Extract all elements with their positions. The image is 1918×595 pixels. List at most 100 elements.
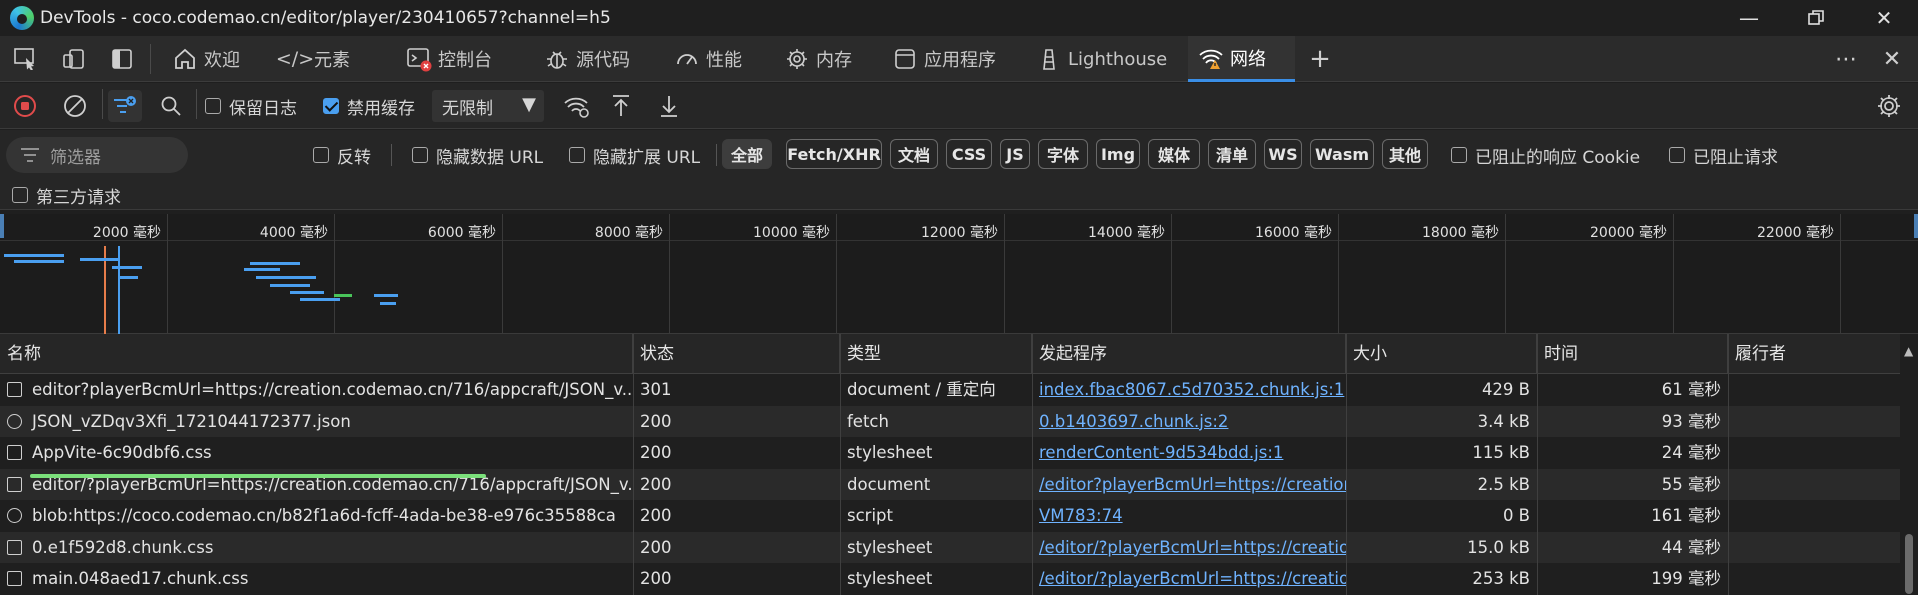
- more-options-icon[interactable]: ⋯: [1832, 45, 1860, 73]
- cell-initiator[interactable]: VM783:74: [1032, 500, 1346, 532]
- cell-status: 200: [633, 469, 840, 501]
- initiator-text[interactable]: renderContent-9d534bdd.js:1: [1039, 443, 1283, 462]
- stylesheet-icon: [7, 539, 22, 555]
- disable-cache-label: 禁用缓存: [347, 98, 415, 119]
- throttle-select[interactable]: 无限制 ▼: [432, 90, 544, 122]
- blocked-cookies-checkbox[interactable]: 已阻止的响应 Cookie: [1451, 143, 1640, 168]
- type-filter-other[interactable]: 其他: [1382, 139, 1428, 169]
- cell-status: 200: [633, 532, 840, 564]
- add-tab-icon[interactable]: +: [1306, 44, 1334, 74]
- hide-ext-urls-checkbox[interactable]: 隐藏扩展 URL: [569, 143, 700, 168]
- type-filter-fetch-xhr[interactable]: Fetch/XHR: [786, 139, 882, 169]
- overview-bar: [300, 298, 340, 301]
- tab-memory[interactable]: 内存: [784, 36, 852, 82]
- table-row[interactable]: blob:https://coco.codemao.cn/b82f1a6d-fc…: [0, 500, 1900, 532]
- initiator-text[interactable]: index.fbac8067.c5d70352.chunk.js:1: [1039, 380, 1344, 399]
- type-filter-media[interactable]: 媒体: [1148, 139, 1200, 169]
- export-har-icon[interactable]: [654, 90, 684, 122]
- tab-application[interactable]: 应用程序: [892, 36, 996, 82]
- initiator-text[interactable]: VM783:74: [1039, 506, 1123, 525]
- filter-input[interactable]: 筛选器: [6, 137, 188, 173]
- tab-network[interactable]: 网络: [1188, 36, 1295, 82]
- close-icon[interactable]: ✕: [1870, 4, 1898, 32]
- cell-time: 161 毫秒: [1537, 500, 1728, 532]
- minimize-icon[interactable]: —: [1735, 4, 1763, 32]
- col-header-status[interactable]: 状态: [633, 334, 840, 374]
- divider: [150, 44, 151, 74]
- disable-cache-checkbox[interactable]: 禁用缓存: [323, 90, 415, 122]
- scrollbar-thumb[interactable]: [1905, 534, 1913, 594]
- type-filter-js[interactable]: JS: [1000, 139, 1030, 169]
- settings-gear-icon[interactable]: [1872, 90, 1906, 122]
- timeline-tick-label: 10000 毫秒: [753, 225, 830, 241]
- search-icon[interactable]: [156, 90, 186, 122]
- network-conditions-icon[interactable]: [560, 90, 594, 122]
- type-filter-font[interactable]: 字体: [1038, 139, 1088, 169]
- table-scrollbar[interactable]: ▲: [1900, 334, 1918, 595]
- type-filter-css[interactable]: CSS: [946, 139, 992, 169]
- tab-label: 内存: [816, 50, 852, 71]
- initiator-text[interactable]: /editor/?playerBcmUrl=https://creation: [1039, 569, 1346, 588]
- preserve-log-checkbox[interactable]: 保留日志: [205, 90, 297, 122]
- col-header-time[interactable]: 时间: [1537, 334, 1728, 374]
- hide-data-urls-checkbox[interactable]: 隐藏数据 URL: [412, 143, 543, 168]
- network-overview[interactable]: 2000 毫秒 4000 毫秒 6000 毫秒 8000 毫秒 10000 毫秒 1200…: [0, 214, 1918, 334]
- table-row[interactable]: JSON_vZDqv3Xfi_1721044172377.json 200 fetc…: [0, 405, 1900, 438]
- cell-status: 301: [633, 374, 840, 406]
- tab-elements[interactable]: </> 元素: [276, 36, 350, 82]
- overview-left-handle[interactable]: [0, 214, 4, 238]
- col-header-name[interactable]: 名称: [0, 334, 633, 374]
- cell-initiator[interactable]: 0.b1403697.chunk.js:2: [1032, 406, 1346, 438]
- cell-initiator[interactable]: /editor/?playerBcmUrl=https://creation: [1032, 563, 1346, 595]
- cell-time: 199 毫秒: [1537, 563, 1728, 595]
- initiator-text[interactable]: 0.b1403697.chunk.js:2: [1039, 412, 1228, 431]
- close-devtools-icon[interactable]: ✕: [1878, 45, 1906, 73]
- dock-side-icon[interactable]: [108, 45, 136, 73]
- type-filter-all[interactable]: 全部: [722, 139, 772, 169]
- table-row[interactable]: main.048aed17.chunk.css 200 stylesheet/edi…: [0, 563, 1900, 595]
- overview-right-handle[interactable]: [1914, 214, 1918, 238]
- type-filter-img[interactable]: Img: [1096, 139, 1140, 169]
- type-filter-doc[interactable]: 文档: [890, 139, 938, 169]
- type-filter-ws[interactable]: WS: [1264, 139, 1302, 169]
- scroll-up-arrow-icon[interactable]: ▲: [1904, 344, 1913, 358]
- checkbox-icon: [12, 187, 28, 203]
- inspect-element-icon[interactable]: [12, 45, 40, 73]
- table-row[interactable]: editor?playerBcmUrl=https://creation.cod…: [0, 374, 1900, 406]
- third-party-checkbox[interactable]: 第三方请求: [12, 183, 121, 208]
- import-har-icon[interactable]: [606, 90, 636, 122]
- tab-console[interactable]: 控制台: [406, 36, 492, 82]
- stop-recording-icon[interactable]: [8, 90, 42, 122]
- invert-checkbox[interactable]: 反转: [313, 143, 371, 168]
- cell-initiator[interactable]: /editor?playerBcmUrl=https://creation.c: [1032, 469, 1346, 501]
- cell-type: fetch: [840, 406, 1032, 438]
- filter-toggle-icon[interactable]: [108, 90, 142, 122]
- clear-icon[interactable]: [58, 90, 92, 122]
- cell-initiator[interactable]: /editor/?playerBcmUrl=https://creation: [1032, 532, 1346, 564]
- table-row[interactable]: 0.e1f592d8.chunk.css 200 stylesheet/editor…: [0, 531, 1900, 564]
- cell-initiator[interactable]: index.fbac8067.c5d70352.chunk.js:1: [1032, 374, 1346, 406]
- col-header-type[interactable]: 类型: [840, 334, 1032, 374]
- cell-time: 44 毫秒: [1537, 532, 1728, 564]
- col-header-size[interactable]: 大小: [1346, 334, 1537, 374]
- tab-welcome[interactable]: 欢迎: [172, 36, 240, 82]
- col-header-fulfilled-by[interactable]: 履行者: [1728, 334, 1900, 374]
- divider: [391, 144, 392, 166]
- cell-initiator[interactable]: renderContent-9d534bdd.js:1: [1032, 437, 1346, 469]
- initiator-text[interactable]: /editor?playerBcmUrl=https://creation.c: [1039, 475, 1346, 494]
- tab-performance[interactable]: 性能: [674, 36, 742, 82]
- col-header-initiator[interactable]: 发起程序: [1032, 334, 1346, 374]
- blocked-requests-checkbox[interactable]: 已阻止请求: [1669, 143, 1778, 168]
- column-divider: [1346, 334, 1347, 595]
- document-icon: [7, 476, 22, 492]
- table-row[interactable]: AppVite-6c90dbf6.css 200 stylesheet renderC…: [0, 437, 1900, 469]
- type-filter-manifest[interactable]: 清单: [1208, 139, 1256, 169]
- cell-status: 200: [633, 563, 840, 595]
- size-text: 15.0 kB: [1467, 537, 1530, 557]
- restore-icon[interactable]: [1802, 4, 1830, 32]
- initiator-text[interactable]: /editor/?playerBcmUrl=https://creation: [1039, 538, 1346, 557]
- type-filter-wasm[interactable]: Wasm: [1310, 139, 1374, 169]
- device-toolbar-icon[interactable]: [60, 45, 88, 73]
- tab-lighthouse[interactable]: Lighthouse: [1036, 36, 1167, 82]
- tab-sources[interactable]: 源代码: [544, 36, 630, 82]
